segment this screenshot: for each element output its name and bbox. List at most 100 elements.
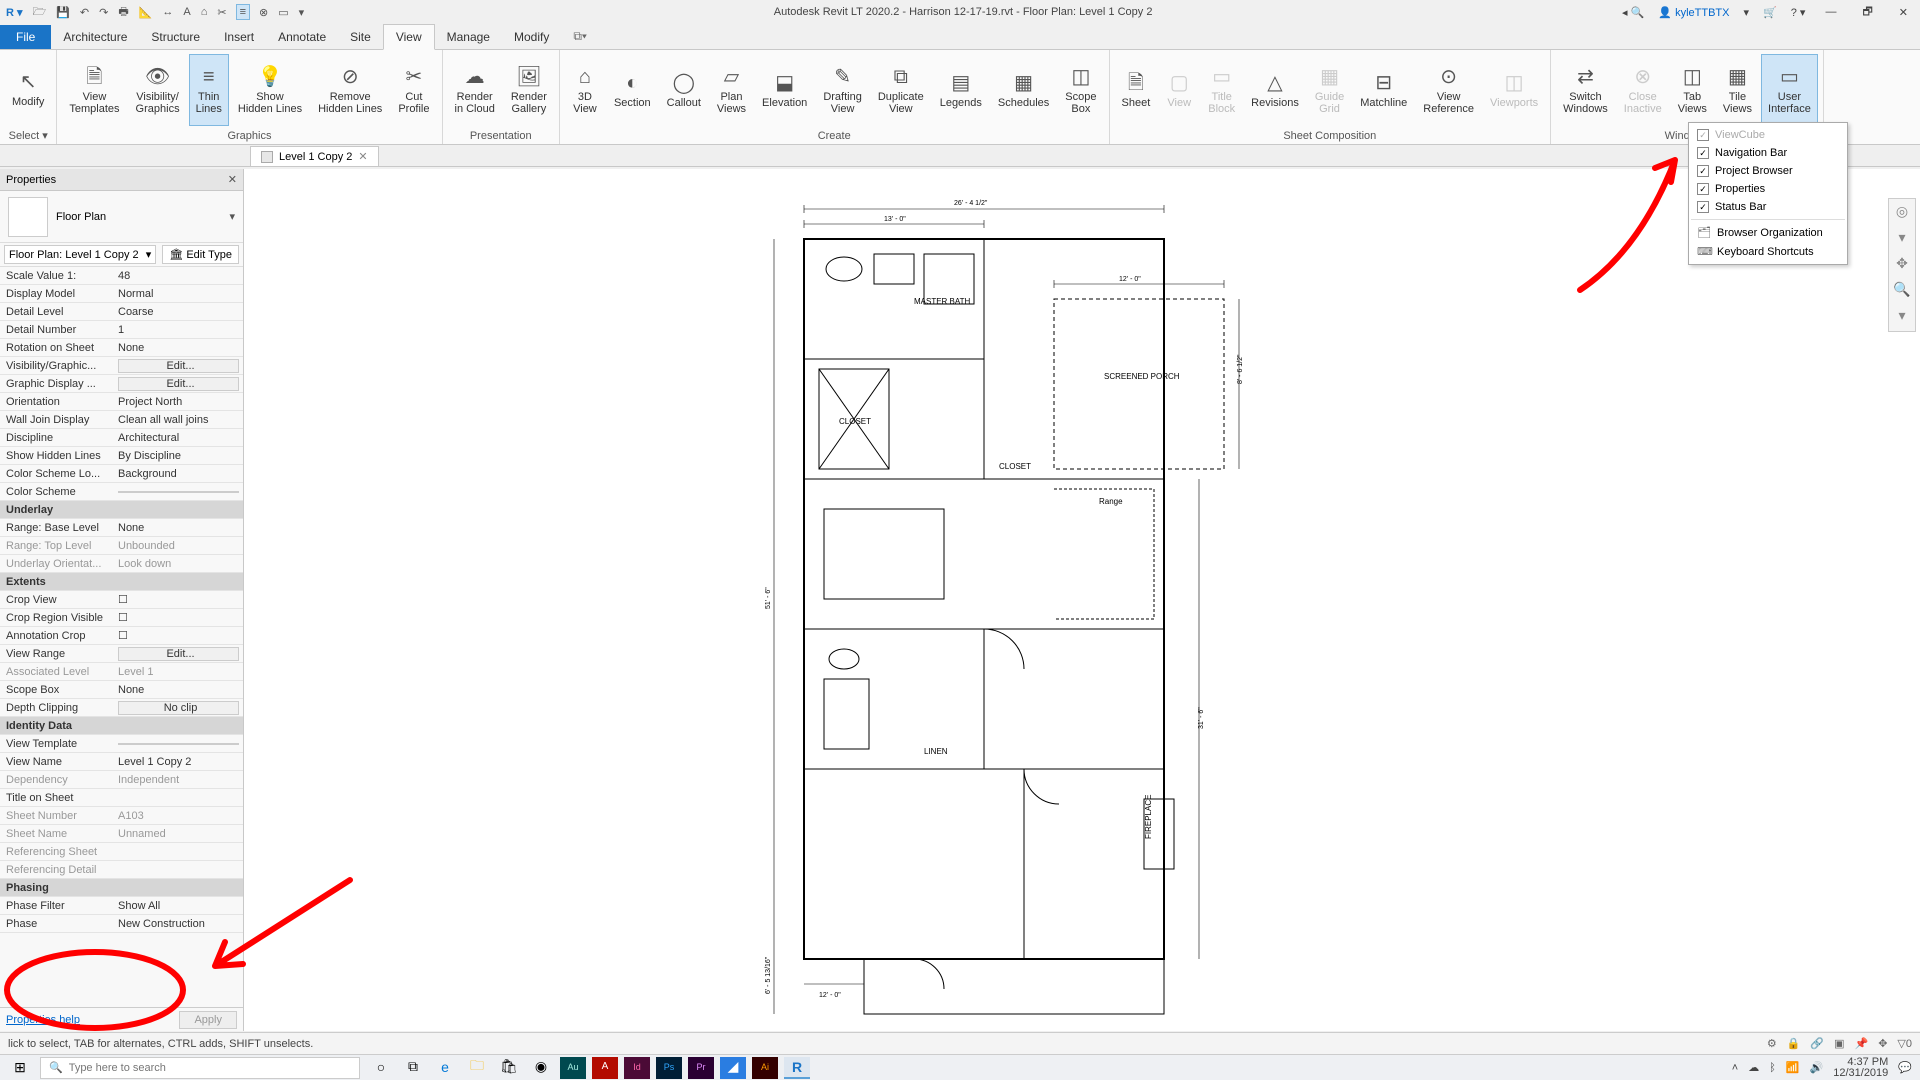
drafting-view-button[interactable]: ✎Drafting View: [817, 55, 868, 125]
tab-site[interactable]: Site: [338, 25, 383, 49]
scope-box-button[interactable]: ◫Scope Box: [1059, 55, 1102, 125]
zoom-dropdown-icon[interactable]: ▾: [1892, 307, 1912, 327]
duplicate-view-button[interactable]: ⧉Duplicate View: [872, 55, 930, 125]
elevation-button[interactable]: ⬓Elevation: [756, 55, 813, 125]
bluetooth-icon[interactable]: ᛒ: [1769, 1062, 1776, 1074]
properties-help-link[interactable]: Properties help: [6, 1014, 80, 1026]
type-selector[interactable]: Floor Plan ▾: [0, 191, 243, 243]
onedrive-icon[interactable]: ☁: [1748, 1061, 1759, 1074]
prop-value[interactable]: Show All: [114, 900, 243, 912]
indesign-icon[interactable]: Id: [624, 1057, 650, 1079]
prop-value[interactable]: Clean all wall joins: [114, 414, 243, 426]
render-cloud-button[interactable]: ☁Render in Cloud: [449, 55, 501, 125]
edge-icon[interactable]: e: [432, 1057, 458, 1079]
prop-value[interactable]: Normal: [114, 288, 243, 300]
qat-close-icon[interactable]: ⊗: [259, 6, 268, 19]
selection-filter-icon[interactable]: ⚙: [1767, 1037, 1777, 1050]
audition-icon[interactable]: Au: [560, 1057, 586, 1079]
prop-value[interactable]: A103: [114, 810, 243, 822]
prop-value[interactable]: Edit...: [118, 377, 239, 391]
apply-button[interactable]: Apply: [179, 1011, 237, 1029]
prop-value[interactable]: 48: [114, 270, 243, 282]
plan-views-button[interactable]: ▱Plan Views: [711, 55, 752, 125]
prop-value[interactable]: None: [114, 684, 243, 696]
drawing-canvas[interactable]: MASTER BATH SCREENED PORCH CLOSET CLOSET…: [244, 169, 1920, 1031]
ui-toggle-status-bar[interactable]: ✓Status Bar: [1689, 198, 1847, 216]
prop-value[interactable]: By Discipline: [114, 450, 243, 462]
matchline-button[interactable]: ⊟Matchline: [1354, 55, 1413, 125]
ui-toggle-properties[interactable]: ✓Properties: [1689, 180, 1847, 198]
app-menu-icon[interactable]: R ▾: [6, 6, 23, 19]
group-header[interactable]: Identity Data: [0, 717, 243, 735]
revisions-button[interactable]: △Revisions: [1245, 55, 1305, 125]
qat-dimension-icon[interactable]: ↔: [162, 6, 173, 18]
prop-value[interactable]: Unbounded: [114, 540, 243, 552]
select-links-icon[interactable]: 🔗: [1810, 1037, 1824, 1050]
prop-value[interactable]: ☐: [114, 629, 243, 642]
prop-value[interactable]: [118, 743, 239, 745]
explorer-icon[interactable]: 🗀: [464, 1057, 490, 1079]
tab-manage[interactable]: Manage: [435, 25, 502, 49]
show-hidden-button[interactable]: 💡Show Hidden Lines: [232, 55, 308, 125]
prop-value[interactable]: Edit...: [118, 647, 239, 661]
premiere-icon[interactable]: Pr: [688, 1057, 714, 1079]
qat-open-icon[interactable]: 🗁: [33, 3, 47, 22]
select-underlay-icon[interactable]: ▣: [1834, 1037, 1844, 1050]
prop-value[interactable]: [118, 491, 239, 493]
revit-icon[interactable]: R: [784, 1057, 810, 1079]
sheet-button[interactable]: 🗎Sheet: [1116, 55, 1157, 125]
qat-thinlines-icon[interactable]: ≡: [237, 5, 249, 19]
legends-button[interactable]: ▤Legends: [934, 55, 988, 125]
pan-icon[interactable]: ✥: [1892, 255, 1912, 275]
qat-redo-icon[interactable]: ↷: [99, 6, 108, 19]
visibility-graphics-button[interactable]: 👁Visibility/ Graphics: [130, 55, 186, 125]
viewref-button[interactable]: ⊙View Reference: [1417, 55, 1480, 125]
qat-print-icon[interactable]: 🖶: [118, 3, 128, 22]
start-button[interactable]: ⊞: [0, 1059, 40, 1076]
minimize-button[interactable]: —: [1819, 6, 1842, 18]
prop-value[interactable]: None: [114, 342, 243, 354]
prop-value[interactable]: Look down: [114, 558, 243, 570]
acrobat-icon[interactable]: A: [592, 1057, 618, 1079]
editable-only-icon[interactable]: 🔒: [1787, 1037, 1801, 1050]
cart-icon[interactable]: 🛒: [1763, 6, 1777, 19]
filter-icon[interactable]: ▽0: [1897, 1037, 1912, 1050]
modify-button[interactable]: ↖Modify: [6, 55, 50, 125]
render-gallery-button[interactable]: 🖼Render Gallery: [505, 55, 553, 125]
volume-icon[interactable]: 🔊: [1810, 1061, 1824, 1074]
favorites-icon[interactable]: ▾: [1744, 6, 1750, 19]
browser-org-item[interactable]: 🗂Browser Organization: [1689, 223, 1847, 242]
prop-value[interactable]: Coarse: [114, 306, 243, 318]
3dview-button[interactable]: ⌂3D View: [566, 55, 604, 125]
thin-lines-button[interactable]: ≡Thin Lines: [190, 55, 228, 125]
restore-button[interactable]: 🗗: [1856, 3, 1878, 22]
remove-hidden-button[interactable]: ⊘Remove Hidden Lines: [312, 55, 388, 125]
prop-value[interactable]: 1: [114, 324, 243, 336]
qat-default3d-icon[interactable]: ⌂: [201, 6, 208, 18]
tab-view[interactable]: View: [383, 24, 435, 50]
tab-views-button[interactable]: ◫Tab Views: [1672, 55, 1713, 125]
prop-value[interactable]: No clip: [118, 701, 239, 715]
tab-modify[interactable]: Modify: [502, 25, 561, 49]
close-window-button[interactable]: ✕: [1893, 6, 1914, 19]
switch-windows-button[interactable]: ⇄Switch Windows: [1557, 55, 1614, 125]
prop-value[interactable]: None: [114, 522, 243, 534]
view-templates-button[interactable]: 🗎View Templates: [63, 55, 125, 125]
nav-dropdown-icon[interactable]: ▾: [1892, 229, 1912, 249]
prop-value[interactable]: New Construction: [114, 918, 243, 930]
search-icon[interactable]: ◂ 🔍: [1622, 6, 1644, 19]
tab-annotate[interactable]: Annotate: [266, 25, 338, 49]
qat-undo-icon[interactable]: ↶: [80, 6, 89, 19]
ribbon-dialog-icon[interactable]: ⧉▾: [569, 24, 591, 49]
tab-insert[interactable]: Insert: [212, 25, 266, 49]
store-icon[interactable]: 🛍: [496, 1057, 522, 1079]
group-header[interactable]: Extents: [0, 573, 243, 591]
tray-up-icon[interactable]: ˄: [1732, 1062, 1738, 1074]
instance-combo[interactable]: Floor Plan: Level 1 Copy 2▾: [4, 245, 156, 264]
select-panel-label[interactable]: Select ▾: [0, 129, 56, 144]
edit-type-button[interactable]: 🏛 Edit Type: [162, 245, 239, 264]
notifications-icon[interactable]: 💬: [1898, 1061, 1912, 1074]
prop-value[interactable]: Level 1 Copy 2: [114, 756, 243, 768]
wifi-icon[interactable]: 📶: [1786, 1061, 1800, 1074]
taskbar-search[interactable]: 🔍Type here to search: [40, 1057, 360, 1079]
